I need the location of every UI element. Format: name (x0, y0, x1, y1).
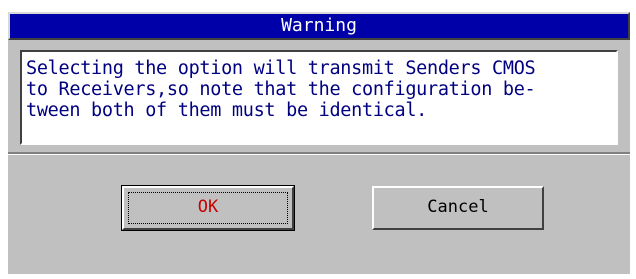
message-line-1: Selecting the option will transmit Sende… (26, 58, 536, 79)
ok-button-label: OK (197, 197, 219, 217)
warning-dialog: Warning Selecting the option will transm… (0, 0, 636, 279)
message-line-3: tween both of them must be identical. (26, 100, 428, 121)
divider (8, 152, 630, 155)
ok-button[interactable]: OK (121, 185, 295, 231)
message-line-2: to Receivers,so note that the configurat… (26, 79, 536, 100)
message-box: Selecting the option will transmit Sende… (20, 50, 618, 145)
dialog-title-bar: Warning (8, 12, 630, 40)
dialog-title: Warning (281, 15, 357, 36)
dialog-body: Selecting the option will transmit Sende… (8, 40, 630, 274)
cancel-button[interactable]: Cancel (372, 186, 544, 230)
cancel-button-label: Cancel (427, 197, 489, 217)
